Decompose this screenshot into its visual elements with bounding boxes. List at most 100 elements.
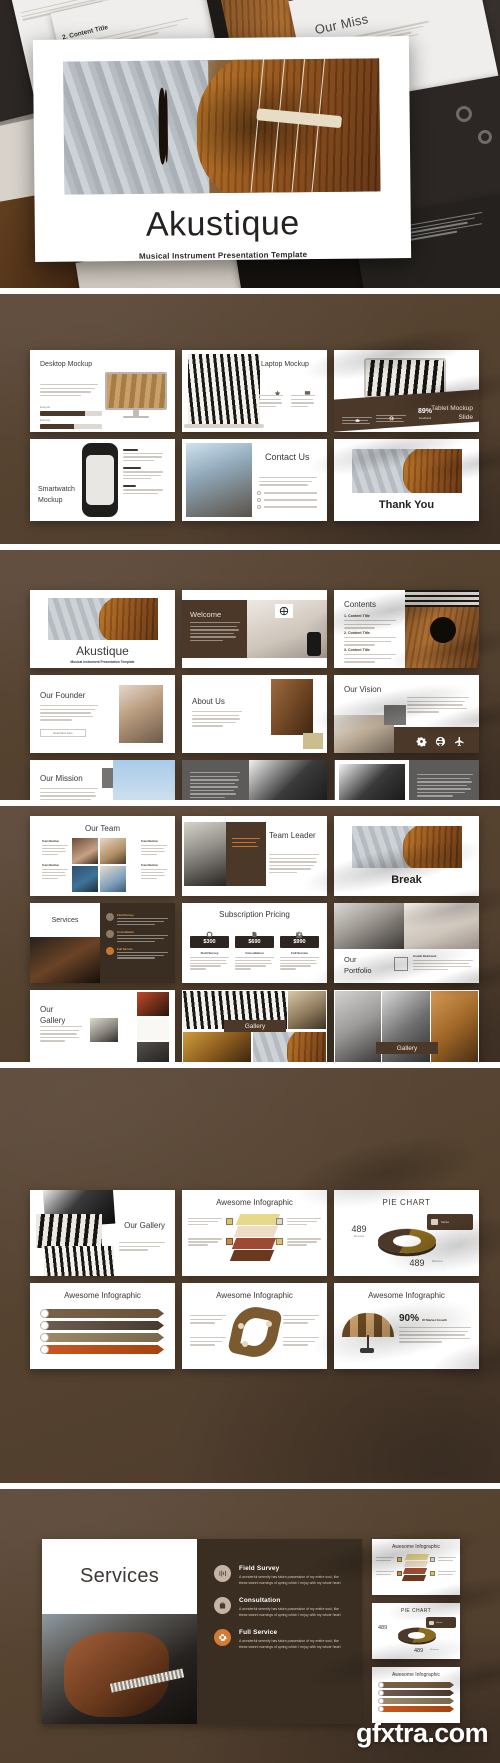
chart-callout-label: Series <box>441 1220 449 1224</box>
gear-icon <box>456 106 472 122</box>
briefcase-icon <box>431 1219 438 1225</box>
slide-title: Our Gallery <box>124 1221 165 1230</box>
slide-subscription-pricing[interactable]: Subscription Pricing $300 Field Survey $… <box>182 903 327 983</box>
airplane-icon <box>454 734 465 747</box>
slide-title: Awesome Infographic <box>392 1544 440 1550</box>
slide-title: Tablet Mockup Slide <box>431 404 473 422</box>
check-icon <box>40 1333 49 1342</box>
page-subtitle: Musical Instrument Presentation Template <box>138 250 308 261</box>
slide-title: Awesome Infographic <box>216 1291 293 1300</box>
mail-icon <box>257 498 261 502</box>
globe-icon <box>257 505 261 509</box>
percent-value: 90% <box>399 1313 420 1324</box>
slide-title: Awesome Infographic <box>368 1291 445 1300</box>
pricing-plan[interactable]: $300 Field Survey <box>190 925 229 970</box>
pricing-plan[interactable]: $990 Full Service <box>280 925 319 970</box>
check-icon <box>378 1690 384 1696</box>
survey-icon <box>206 925 213 938</box>
plan-name: Field Survey <box>200 951 219 955</box>
slide-title: Our Mission <box>40 774 83 783</box>
slide-contents[interactable]: Contents 1. Content Title 2. Content Tit… <box>334 590 479 668</box>
slide-gallery-piano[interactable]: Gallery <box>182 990 327 1062</box>
monitor-icon <box>304 384 311 396</box>
service-body: A wonderful serenity has taken possessio… <box>239 1575 341 1586</box>
tag-icon <box>397 1557 402 1562</box>
gear-icon <box>478 130 492 144</box>
briefcase-icon <box>106 929 114 938</box>
slide-title: Contents <box>344 600 377 609</box>
read-more-button[interactable]: Read More Here <box>40 729 86 737</box>
document-icon <box>251 925 258 938</box>
loop-diagram <box>227 1302 283 1362</box>
slide-our-vision[interactable]: Our Vision <box>334 675 479 753</box>
slide-title: Our Gallery <box>40 1005 66 1026</box>
service-body: A wonderful serenity has taken possessio… <box>239 1638 341 1650</box>
pricing-heading: Subscription Pricing <box>219 910 290 919</box>
slide-mini-infographic-layers[interactable]: Awesome Infographic <box>372 1539 460 1595</box>
slide-our-mission[interactable]: Our Mission <box>30 760 175 800</box>
slide-gallery-keyboards[interactable]: Our Gallery <box>30 1190 175 1276</box>
slide-mini-infographic-bars[interactable]: Awesome Infographic <box>372 1667 460 1723</box>
slide-title: About Us <box>192 697 225 706</box>
slide-about-us[interactable]: About Us <box>182 675 327 753</box>
slide-infographic-umbrella[interactable]: Awesome Infographic 90% Of Market Growth <box>334 1283 479 1369</box>
slide-services-large[interactable]: Services Field Survey A wonderful sereni… <box>42 1539 362 1724</box>
slide-our-story[interactable]: Our Story <box>334 760 479 800</box>
services-title: Services <box>79 1565 160 1587</box>
hero-title-card: Akustique Musical Instrument Presentatio… <box>32 36 412 262</box>
slide-contact-us[interactable]: Contact Us <box>182 439 327 521</box>
hero-banner: 2. Content Title Our Miss Akustique Musi… <box>0 0 500 288</box>
chart-title: PIE CHART <box>382 1198 431 1207</box>
gear-icon <box>106 946 114 955</box>
slide-our-gallery[interactable]: Our Gallery <box>30 990 175 1062</box>
slide-break[interactable]: Break <box>334 816 479 896</box>
gear-icon <box>214 1628 231 1646</box>
tag-icon <box>238 1323 244 1329</box>
slide-team-leader[interactable]: Team Leader <box>182 816 327 896</box>
slide-laptop-mockup[interactable]: Laptop Mockup <box>182 350 327 432</box>
slide-title-akustique[interactable]: Akustique Musical Instrument Presentatio… <box>30 590 175 668</box>
tag-icon <box>430 1571 435 1576</box>
slide-gallery-headphones[interactable]: Gallery <box>334 990 479 1062</box>
briefcase-icon <box>429 1620 434 1625</box>
slide-services[interactable]: Services Field Survey Consultation Full … <box>30 903 175 983</box>
service-body: A wonderful serenity has taken possessio… <box>239 1606 341 1618</box>
section-team: Our Team Team Member Team Member Team Me… <box>0 806 500 1062</box>
slide-title: Team Leader <box>269 831 316 840</box>
check-icon <box>378 1706 384 1712</box>
chart-callout: Series <box>426 1617 456 1628</box>
slide-our-portfolio[interactable]: Our Portfolio Growth Dashboard <box>334 903 479 983</box>
slide-our-history[interactable]: Our History <box>182 760 327 800</box>
pricing-plan[interactable]: $690 Consultation <box>235 925 274 970</box>
slide-title: Desktop Mockup <box>40 361 93 368</box>
slide-pie-chart[interactable]: PIE CHART 489 Revenue Series 489 Revenue <box>334 1190 479 1276</box>
slide-our-founder[interactable]: Our Founder Read More Here <box>30 675 175 753</box>
slide-title: Our Portfolio <box>344 955 372 975</box>
slide-title: Laptop Mockup <box>261 361 309 368</box>
slide-tablet-mockup[interactable]: 89% Feedback Tablet Mockup Slide <box>334 350 479 432</box>
section-infographics: Our Gallery Awesome Infographic PIE CHAR… <box>0 1068 500 1483</box>
slide-title: Awesome Infographic <box>216 1198 293 1207</box>
percent-label: Of Market Growth <box>422 1318 448 1322</box>
page-title: Akustique <box>145 204 300 244</box>
slide-infographic-loop[interactable]: Awesome Infographic <box>182 1283 327 1369</box>
tag-icon <box>226 1218 233 1225</box>
check-icon <box>40 1321 49 1330</box>
slide-mini-pie-chart[interactable]: PIE CHART 489 Series 489 Revenue <box>372 1603 460 1659</box>
slide-smartwatch-mockup[interactable]: Smartwatch Mockup <box>30 439 175 521</box>
slide-subtitle: Musical Instrument Presentation Template <box>70 660 135 664</box>
slide-desktop-mockup[interactable]: Desktop Mockup Example Example <box>30 350 175 432</box>
tag-icon <box>276 1238 283 1245</box>
hero-violin-photo <box>63 58 381 195</box>
slide-infographic-bars[interactable]: Awesome Infographic <box>30 1283 175 1369</box>
check-icon <box>378 1698 384 1704</box>
contents-item-1: 1. Content Title <box>344 614 370 618</box>
slide-thank-you[interactable]: Thank You <box>334 439 479 521</box>
slide-infographic-layers[interactable]: Awesome Infographic <box>182 1190 327 1276</box>
chart-value-sublabel: Revenue <box>430 1649 439 1651</box>
tag-icon <box>226 1238 233 1245</box>
slide-our-team[interactable]: Our Team Team Member Team Member Team Me… <box>30 816 175 896</box>
slide-welcome[interactable]: Welcome <box>182 590 327 668</box>
chart-value-sublabel: Revenue <box>353 1235 365 1238</box>
service-item: Consultation A wonderful serenity has ta… <box>214 1596 348 1619</box>
